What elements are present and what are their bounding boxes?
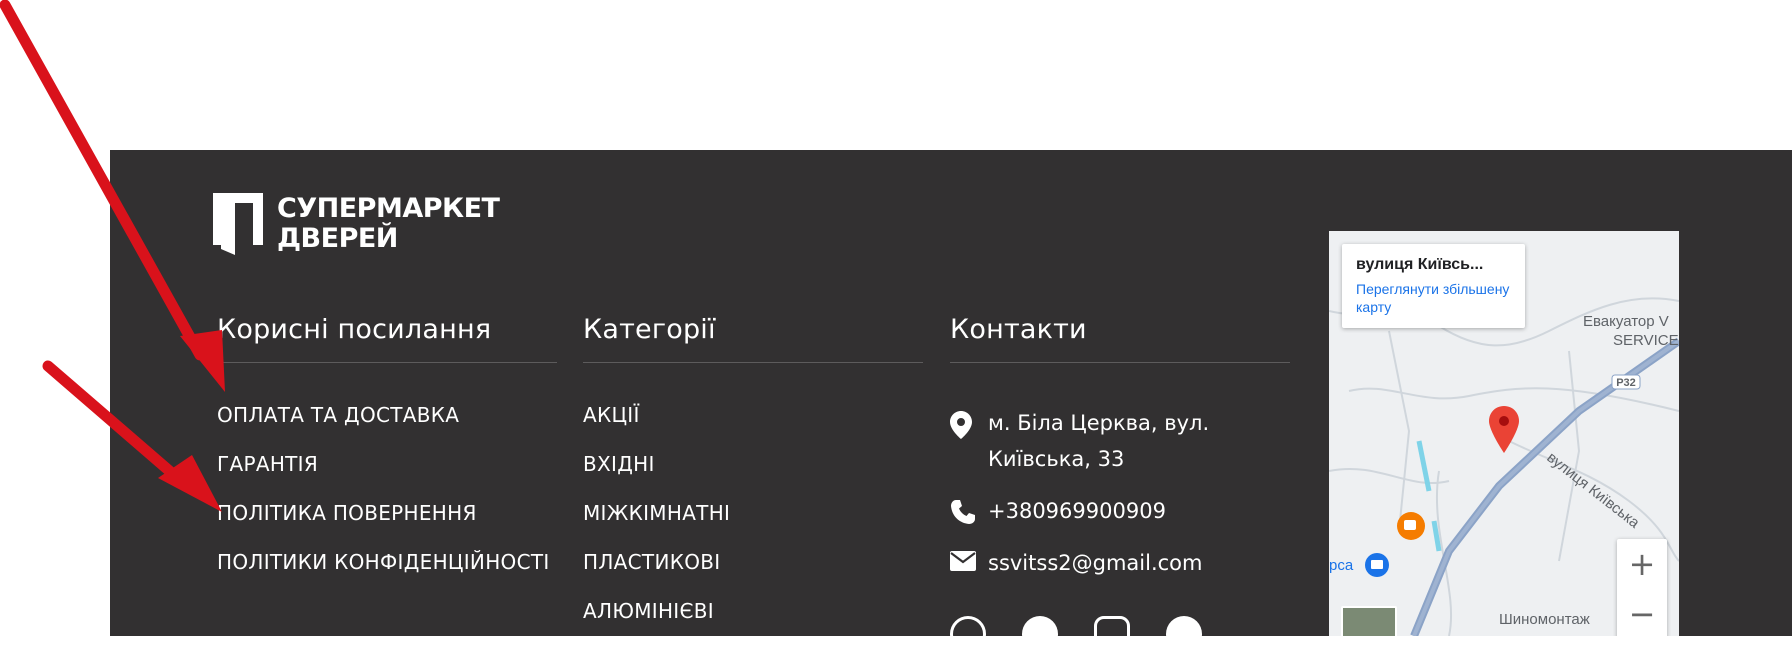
useful-links-title: Корисні посилання — [217, 312, 557, 363]
logo-line2: ДВЕРЕЙ — [277, 223, 398, 254]
view-larger-map-link[interactable]: Переглянути збільшену карту — [1356, 280, 1511, 316]
satellite-toggle-thumbnail[interactable] — [1341, 606, 1397, 636]
category-sales[interactable]: АКЦІЇ — [583, 403, 923, 427]
useful-links-column: Корисні посилання ОПЛАТА ТА ДОСТАВКА ГАР… — [217, 312, 557, 599]
map-zoom-controls: + − — [1617, 539, 1667, 636]
link-payment-delivery[interactable]: ОПЛАТА ТА ДОСТАВКА — [217, 403, 557, 427]
category-plastic[interactable]: ПЛАСТИКОВІ — [583, 550, 923, 574]
map-place-card: вулиця Київсь... Переглянути збільшену к… — [1342, 244, 1525, 328]
map-label-evacuator: Евакуатор V — [1583, 313, 1669, 330]
contact-email[interactable]: ssvitss2@gmail.com — [950, 545, 1290, 581]
telegram-icon[interactable] — [1022, 616, 1058, 652]
contact-phone[interactable]: +380969900909 — [950, 493, 1290, 529]
zoom-out-button[interactable]: − — [1617, 589, 1667, 636]
logo-text: СУПЕРМАРКЕТ ДВЕРЕЙ — [277, 193, 500, 254]
door-logo-icon — [213, 193, 263, 255]
map-label-service: SERVICE — [1613, 332, 1679, 349]
google-map[interactable]: P32 Евакуатор V SERVICE вулиця Київська … — [1329, 231, 1679, 636]
phone-icon — [951, 500, 975, 524]
categories-title: Категорії — [583, 312, 923, 363]
envelope-icon — [950, 551, 976, 571]
zoom-in-button[interactable]: + — [1617, 539, 1667, 589]
link-return-policy[interactable]: ПОЛІТИКА ПОВЕРНЕННЯ — [217, 501, 557, 525]
email-address[interactable]: ssvitss2@gmail.com — [988, 545, 1202, 581]
category-entrance[interactable]: ВХІДНІ — [583, 452, 923, 476]
contact-address: м. Біла Церква, вул. Київська, 33 — [950, 405, 1290, 477]
category-interior[interactable]: МІЖКІМНАТНІ — [583, 501, 923, 525]
map-pin-icon — [950, 411, 972, 439]
logo-line1: СУПЕРМАРКЕТ — [277, 193, 500, 224]
address-line1: м. Біла Церква, вул. — [988, 411, 1210, 435]
social-links — [950, 616, 1202, 652]
map-label-left: рса — [1329, 557, 1354, 574]
facebook-icon[interactable] — [1166, 616, 1202, 652]
logo[interactable]: СУПЕРМАРКЕТ ДВЕРЕЙ — [213, 193, 500, 255]
phone-number[interactable]: +380969900909 — [988, 493, 1166, 529]
link-warranty[interactable]: ГАРАНТІЯ — [217, 452, 557, 476]
instagram-icon[interactable] — [1094, 616, 1130, 652]
address-line2: Київська, 33 — [988, 447, 1125, 471]
link-privacy-policy[interactable]: ПОЛІТИКИ КОНФІДЕНЦІЙНОСТІ — [217, 550, 557, 574]
viber-icon[interactable] — [950, 616, 986, 652]
contacts-column: Контакти м. Біла Церква, вул. Київська, … — [950, 312, 1290, 597]
shop-poi-icon — [1365, 553, 1389, 577]
road-number-label: P32 — [1616, 377, 1636, 389]
cafe-poi-icon — [1397, 512, 1425, 540]
category-aluminum[interactable]: АЛЮМІНІЄВІ — [583, 599, 923, 623]
categories-column: Категорії АКЦІЇ ВХІДНІ МІЖКІМНАТНІ ПЛАСТ… — [583, 312, 923, 648]
contacts-title: Контакти — [950, 312, 1290, 363]
map-label-tire-service: Шиномонтаж — [1499, 611, 1590, 628]
map-place-title: вулиця Київсь... — [1356, 256, 1484, 273]
